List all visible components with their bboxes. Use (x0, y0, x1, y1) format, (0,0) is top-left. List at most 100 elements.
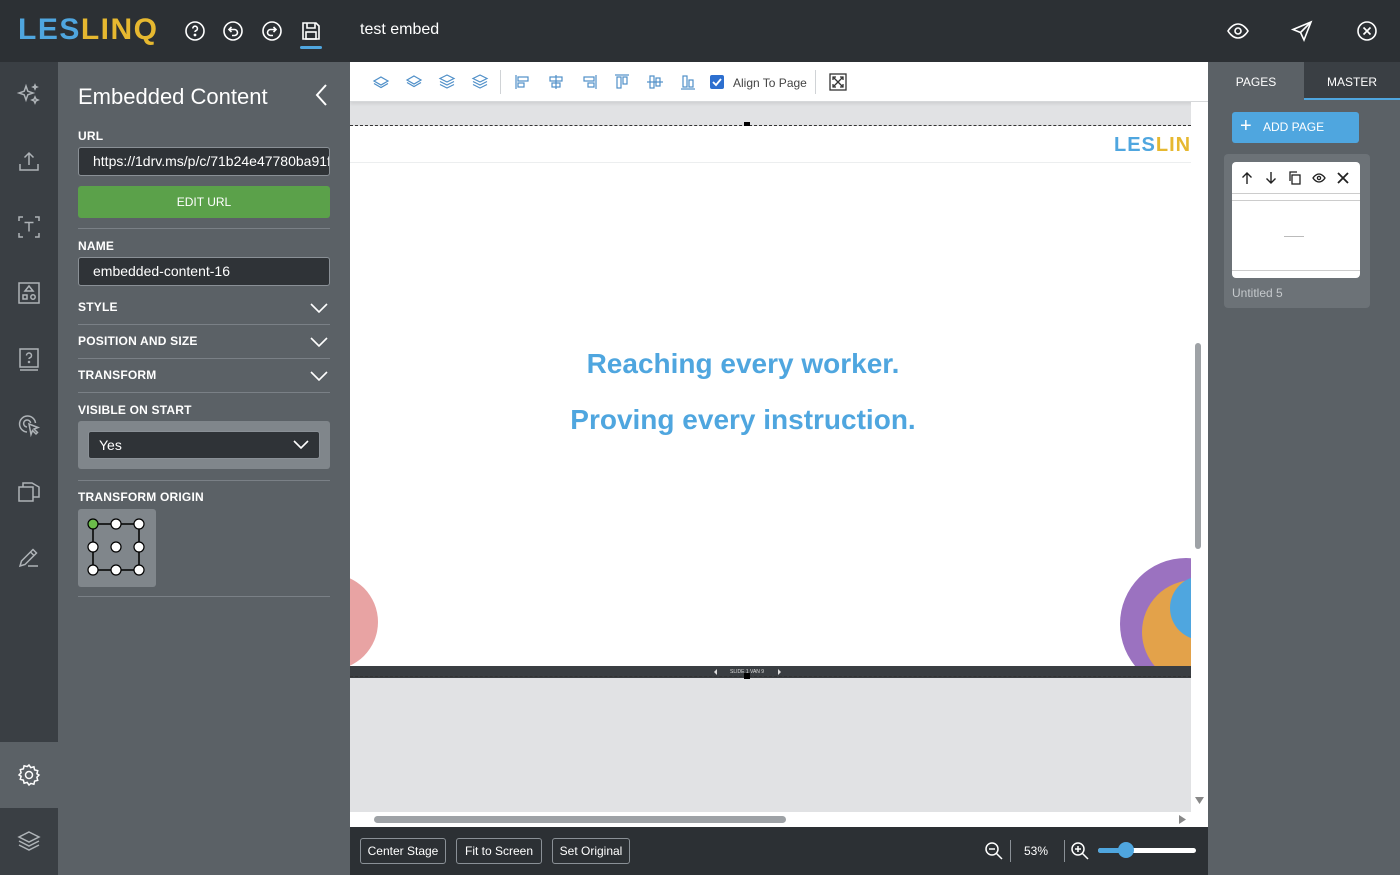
rail-text[interactable] (0, 194, 58, 260)
arrange-toolbar: Align To Page (350, 62, 1208, 102)
horizontal-scrollbar[interactable] (350, 812, 1208, 827)
thumbnail-header-line (1232, 200, 1360, 201)
rail-settings[interactable] (0, 742, 58, 808)
chevron-down-icon (293, 440, 309, 450)
preview-eye-icon[interactable] (1226, 19, 1250, 43)
align-left-icon[interactable] (514, 74, 532, 90)
divider (78, 228, 330, 229)
scroll-down-arrow-icon[interactable] (1195, 797, 1204, 804)
tab-master[interactable]: MASTER (1304, 62, 1400, 100)
text-frame-icon (18, 216, 40, 238)
fullscreen-expand-icon[interactable] (829, 73, 847, 91)
rail-interactions[interactable] (0, 392, 58, 458)
position-size-label: POSITION AND SIZE (78, 334, 198, 348)
app-logo: LES LINQ (18, 13, 159, 46)
publish-send-icon[interactable] (1290, 19, 1314, 43)
top-bar: LES LINQ test embed (0, 0, 1400, 62)
tool-rail (0, 62, 58, 875)
transform-origin-picker[interactable] (78, 509, 156, 587)
delete-x-icon[interactable] (1336, 171, 1350, 185)
help-chat-icon[interactable] (183, 19, 207, 43)
close-icon[interactable] (1355, 19, 1379, 43)
slide-headline-1: Reaching every worker. (586, 348, 900, 379)
rail-upload[interactable] (0, 128, 58, 194)
set-original-button[interactable]: Set Original (552, 838, 630, 864)
zoom-separator (1064, 840, 1065, 862)
edit-url-button[interactable]: EDIT URL (78, 186, 330, 218)
align-to-page-checkbox[interactable] (710, 75, 724, 89)
divider (78, 480, 330, 481)
save-icon[interactable] (299, 19, 323, 43)
horizontal-scroll-thumb[interactable] (374, 816, 786, 823)
undo-icon[interactable] (221, 19, 245, 43)
rail-ai-magic[interactable] (0, 62, 58, 128)
document-title: test embed (360, 21, 440, 38)
transform-origin-label: TRANSFORM ORIGIN (78, 490, 204, 504)
collapse-panel-chevron-icon[interactable] (312, 82, 332, 108)
style-section-toggle[interactable]: STYLE (78, 290, 330, 324)
slide-canvas[interactable]: LESLINQ Reaching every worker. Proving e… (350, 126, 1191, 666)
thumbnail-text-preview (1284, 236, 1304, 237)
chevron-down-icon (310, 303, 328, 314)
toolbar-separator (500, 70, 501, 94)
visibility-eye-icon[interactable] (1312, 171, 1326, 185)
rail-draw[interactable] (0, 524, 58, 590)
divider (78, 392, 330, 393)
panel-title: Embedded Content (78, 84, 268, 109)
vertical-scroll-thumb[interactable] (1195, 343, 1201, 549)
zoom-level: 53% (1024, 844, 1049, 858)
transform-label: TRANSFORM (78, 368, 157, 382)
send-backward-icon[interactable] (405, 74, 423, 90)
send-to-back-icon[interactable] (471, 74, 489, 90)
click-cursor-icon (18, 415, 41, 438)
selection-bottom-edge (350, 676, 1191, 677)
rail-layout[interactable] (0, 458, 58, 524)
zoom-out-icon[interactable] (984, 841, 1004, 861)
zoom-slider-knob[interactable] (1118, 842, 1134, 858)
align-center-horizontal-icon[interactable] (547, 74, 565, 90)
slide-header: LESLINQ (350, 126, 1191, 163)
move-down-arrow-icon[interactable] (1264, 171, 1278, 185)
thumbnail-footer-line (1232, 270, 1360, 271)
tab-pages[interactable]: PAGES (1208, 62, 1304, 100)
rail-quiz[interactable] (0, 326, 58, 392)
align-middle-vertical-icon[interactable] (646, 74, 664, 90)
url-field[interactable]: https://1drv.ms/p/c/71b24e47780ba91f/ (78, 147, 330, 176)
add-page-button[interactable]: + ADD PAGE (1232, 112, 1359, 143)
prev-slide-icon[interactable] (713, 669, 719, 675)
rail-media[interactable] (0, 260, 58, 326)
bring-forward-icon[interactable] (372, 74, 390, 90)
decorative-circles-cluster (1120, 558, 1191, 666)
next-slide-icon[interactable] (776, 669, 782, 675)
align-top-icon[interactable] (613, 74, 631, 90)
center-stage-button[interactable]: Center Stage (360, 838, 446, 864)
position-section-toggle[interactable]: POSITION AND SIZE (78, 324, 330, 358)
decorative-circle-pink (350, 578, 378, 666)
redo-icon[interactable] (260, 19, 284, 43)
bring-to-front-icon[interactable] (438, 74, 456, 90)
add-page-label: ADD PAGE (1263, 120, 1325, 134)
properties-panel: Embedded Content URL https://1drv.ms/p/c… (58, 62, 350, 875)
zoom-in-icon[interactable] (1070, 841, 1090, 861)
fit-to-screen-button[interactable]: Fit to Screen (456, 838, 542, 864)
visible-on-start-select[interactable]: Yes (88, 431, 320, 459)
selection-handle-bottom[interactable] (744, 673, 750, 679)
page-thumbnail[interactable] (1232, 162, 1360, 278)
url-label: URL (78, 129, 104, 143)
toolbar-separator (815, 70, 816, 94)
plus-icon: + (1240, 115, 1252, 137)
canvas-bottom-bar: Center Stage Fit to Screen Set Original … (350, 827, 1208, 875)
name-field[interactable]: embedded-content-16 (78, 257, 330, 286)
align-right-icon[interactable] (580, 74, 598, 90)
layout-stack-icon (18, 482, 40, 502)
page-card[interactable]: Untitled 5 (1224, 154, 1370, 308)
duplicate-icon[interactable] (1288, 171, 1302, 185)
page-card-toolbar (1232, 162, 1360, 194)
rail-layers[interactable] (0, 808, 58, 874)
page-name: Untitled 5 (1232, 286, 1283, 300)
layers-icon (17, 831, 41, 851)
scroll-right-arrow-icon[interactable] (1179, 815, 1186, 824)
move-up-arrow-icon[interactable] (1240, 171, 1254, 185)
transform-section-toggle[interactable]: TRANSFORM (78, 358, 330, 392)
align-bottom-icon[interactable] (679, 74, 697, 90)
